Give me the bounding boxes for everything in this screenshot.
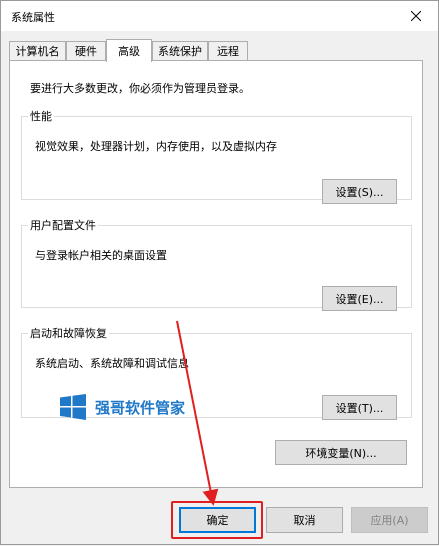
title-bar: 系统属性	[1, 1, 438, 31]
window-title: 系统属性	[11, 11, 55, 24]
tab-advanced[interactable]: 高级	[106, 39, 152, 62]
tab-system-protection[interactable]: 系统保护	[152, 41, 208, 60]
tab-remote[interactable]: 远程	[208, 41, 248, 60]
tab-computer-name[interactable]: 计算机名	[9, 41, 66, 60]
performance-settings-button[interactable]: 设置(S)...	[322, 179, 397, 204]
performance-group: 性能 视觉效果，处理器计划，内存使用，以及虚拟内存 设置(S)...	[21, 108, 412, 204]
performance-legend: 性能	[30, 110, 52, 123]
windows-logo-icon	[60, 394, 86, 420]
startup-recovery-settings-button[interactable]: 设置(T)...	[322, 395, 397, 420]
close-button[interactable]	[394, 1, 438, 31]
environment-variables-button[interactable]: 环境变量(N)...	[275, 440, 407, 465]
admin-note: 要进行大多数更改，你必须作为管理员登录。	[30, 82, 250, 95]
close-icon	[411, 11, 421, 21]
user-profiles-settings-button[interactable]: 设置(E)...	[322, 286, 397, 311]
advanced-tab-panel: 要进行大多数更改，你必须作为管理员登录。 性能 视觉效果，处理器计划，内存使用，…	[9, 60, 423, 488]
cancel-button[interactable]: 取消	[266, 507, 343, 533]
startup-recovery-description: 系统启动、系统故障和调试信息	[35, 357, 189, 370]
watermark: 强哥软件管家	[60, 394, 185, 420]
user-profiles-group: 用户配置文件 与登录帐户相关的桌面设置 设置(E)...	[21, 217, 412, 311]
watermark-text: 强哥软件管家	[95, 398, 186, 417]
user-profiles-description: 与登录帐户相关的桌面设置	[35, 249, 167, 262]
startup-recovery-legend: 启动和故障恢复	[30, 327, 107, 340]
tab-hardware[interactable]: 硬件	[66, 41, 106, 60]
apply-button[interactable]: 应用(A)	[351, 507, 428, 533]
system-properties-window: 系统属性 计算机名 硬件 高级 系统保护 远程 要进行大多数更改，你必须作为管理…	[0, 0, 439, 545]
user-profiles-legend: 用户配置文件	[30, 219, 96, 232]
annotation-highlight-box	[171, 501, 263, 539]
performance-description: 视觉效果，处理器计划，内存使用，以及虚拟内存	[35, 140, 277, 153]
